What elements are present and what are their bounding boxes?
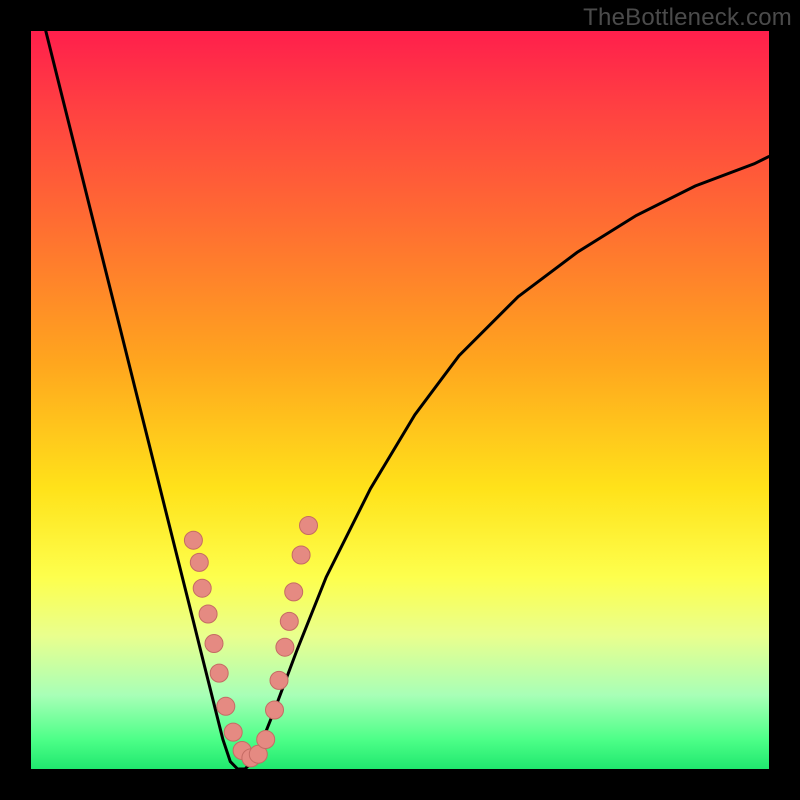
marker-group bbox=[184, 517, 317, 767]
marker-dot bbox=[285, 583, 303, 601]
marker-dot bbox=[257, 731, 275, 749]
watermark-text: TheBottleneck.com bbox=[583, 4, 792, 32]
bottleneck-curve-path bbox=[46, 31, 769, 769]
marker-dot bbox=[224, 723, 242, 741]
marker-dot bbox=[193, 579, 211, 597]
outer-frame: TheBottleneck.com bbox=[0, 0, 800, 800]
marker-dot bbox=[184, 531, 202, 549]
chart-svg bbox=[31, 31, 769, 769]
marker-dot bbox=[270, 671, 288, 689]
plot-area bbox=[31, 31, 769, 769]
marker-dot bbox=[292, 546, 310, 564]
marker-dot bbox=[205, 635, 223, 653]
marker-dot bbox=[210, 664, 228, 682]
marker-dot bbox=[280, 612, 298, 630]
marker-dot bbox=[300, 517, 318, 535]
marker-dot bbox=[190, 553, 208, 571]
marker-dot bbox=[217, 697, 235, 715]
marker-dot bbox=[199, 605, 217, 623]
marker-dot bbox=[276, 638, 294, 656]
marker-dot bbox=[266, 701, 284, 719]
